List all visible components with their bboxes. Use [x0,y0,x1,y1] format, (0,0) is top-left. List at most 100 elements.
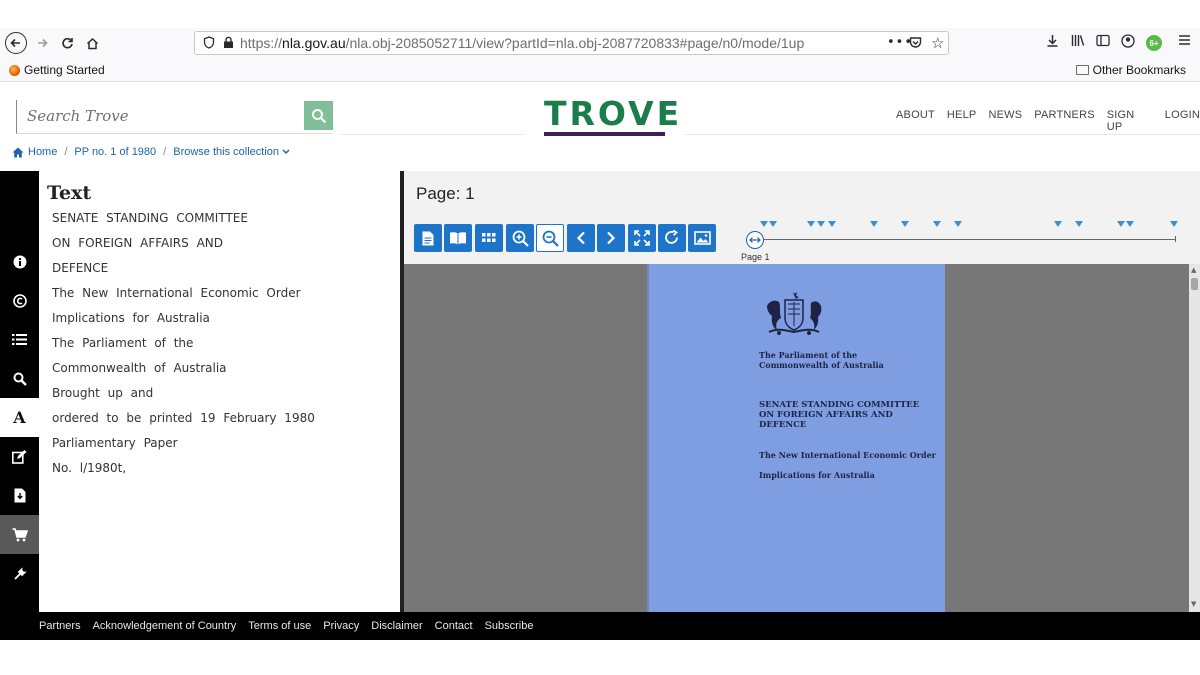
download-button[interactable] [0,476,39,515]
footer-link-privacy[interactable]: Privacy [323,620,359,632]
url-host: nla.gov.au [282,35,346,51]
fullscreen-button[interactable] [628,224,656,252]
breadcrumb-home-label: Home [28,146,58,158]
zoom-in-button[interactable] [506,224,534,252]
page-marker[interactable] [827,221,836,227]
other-bookmarks[interactable]: Other Bookmarks [1075,63,1186,77]
nav-partners[interactable]: PARTNERS [1034,109,1094,133]
ocr-line: ON FOREIGN AFFAIRS AND [52,236,223,250]
page-marker[interactable] [869,221,878,227]
footer-link-terms[interactable]: Terms of use [248,620,311,632]
reload-button[interactable] [56,32,78,54]
nav-news[interactable]: NEWS [988,109,1022,133]
page-marker[interactable] [1117,221,1126,227]
text-button[interactable]: A [0,398,39,437]
single-page-button[interactable] [414,224,442,252]
coat-of-arms-icon [767,291,822,335]
bookmark-label: Getting Started [24,63,105,77]
nav-sign-up[interactable]: SIGN UP [1107,109,1153,133]
viewer-scrollbar[interactable]: ▲ ▼ [1189,264,1200,612]
page-timeline[interactable] [756,239,1176,240]
url-path: /nla.obj-2085052711/view?partId=nla.obj-… [345,35,805,51]
forward-button[interactable] [31,32,53,54]
page-marker[interactable] [1169,221,1178,227]
footer-link-subscribe[interactable]: Subscribe [485,620,534,632]
annotate-button[interactable] [0,437,39,476]
page-marker[interactable] [1075,221,1084,227]
list-icon [12,334,27,345]
text-panel-title: Text [47,182,92,204]
breadcrumb: Home / PP no. 1 of 1980 / Browse this co… [12,146,290,158]
page-marker[interactable] [768,221,777,227]
ocr-text: SENATE STANDING COMMITTEE ON FOREIGN AFF… [52,209,315,484]
page-slider-handle[interactable] [746,231,764,249]
horizontal-arrows-icon [749,237,761,243]
image-view-button[interactable] [688,224,716,252]
logo-text: TROVE [544,94,683,133]
page-marker[interactable] [806,221,815,227]
trove-logo[interactable]: TROVE [540,94,679,142]
page-marker[interactable] [953,221,962,227]
rotate-button[interactable] [658,224,686,252]
download-icon[interactable] [1046,34,1059,51]
back-button[interactable] [5,32,27,54]
contents-button[interactable] [0,320,39,359]
next-page-button[interactable] [597,224,625,252]
search-input[interactable] [27,104,297,128]
footer-link-contact[interactable]: Contact [435,620,473,632]
menu-icon[interactable] [1178,34,1191,50]
tools-button[interactable] [0,554,39,593]
page-marker[interactable] [901,221,910,227]
page-marker[interactable] [1054,221,1063,227]
page-canvas[interactable]: The Parliament of the Commonwealth of Au… [404,264,1189,612]
nav-login[interactable]: LOGIN [1165,109,1200,133]
url-scheme: https:// [240,35,283,51]
search-icon [311,108,326,123]
footer-link-disclaimer[interactable]: Disclaimer [371,620,422,632]
doc-implications: Implications for Australia [759,470,875,480]
image-icon [693,231,711,245]
thumbnails-button[interactable] [475,224,503,252]
header-rule-right [685,134,1200,135]
scroll-thumb[interactable] [1191,278,1198,290]
search-button[interactable] [304,101,333,130]
previous-page-button[interactable] [567,224,595,252]
copyright-button[interactable] [0,281,39,320]
zoom-out-button[interactable] [536,224,564,252]
url-text[interactable]: https://nla.gov.au/nla.obj-2085052711/vi… [240,35,804,51]
browse-collection-dropdown[interactable]: Browse this collection [173,146,290,158]
bookmark-getting-started[interactable]: Getting Started [9,63,105,77]
book-open-icon [450,232,466,245]
sidebar-icon[interactable] [1096,34,1110,51]
nav-about[interactable]: ABOUT [896,109,935,133]
two-page-button[interactable] [444,224,472,252]
library-icon[interactable] [1071,34,1085,51]
extension-icon[interactable]: 6+ [1146,35,1162,51]
search-text-button[interactable] [0,359,39,398]
scroll-down-icon[interactable]: ▼ [1191,600,1196,608]
star-icon[interactable]: ☆ [931,34,944,52]
pocket-icon[interactable] [909,36,922,53]
footer-link-acknowledgement[interactable]: Acknowledgement of Country [93,620,237,632]
nav-help[interactable]: HELP [947,109,977,133]
footer-link-partners[interactable]: Partners [39,620,81,632]
breadcrumb-home[interactable]: Home [12,146,57,158]
url-bar[interactable]: https://nla.gov.au/nla.obj-2085052711/vi… [194,31,949,55]
shield-icon[interactable] [203,36,215,52]
page-marker[interactable] [932,221,941,227]
scroll-up-icon[interactable]: ▲ [1191,266,1196,274]
page-marker[interactable] [760,221,769,227]
lock-icon[interactable] [223,36,234,52]
order-copy-button[interactable] [0,515,39,554]
chevron-right-icon [607,231,616,245]
reload-icon [61,37,73,48]
breadcrumb-item[interactable]: PP no. 1 of 1980 [74,146,156,158]
page-marker[interactable] [1125,221,1134,227]
account-icon[interactable] [1121,34,1135,52]
info-button[interactable] [0,242,39,281]
ocr-line: Parliamentary Paper [52,436,178,450]
home-button[interactable] [81,32,103,54]
page-marker[interactable] [817,221,826,227]
ocr-line: The Parliament of the [52,336,194,350]
ocr-line: SENATE STANDING COMMITTEE [52,211,248,225]
